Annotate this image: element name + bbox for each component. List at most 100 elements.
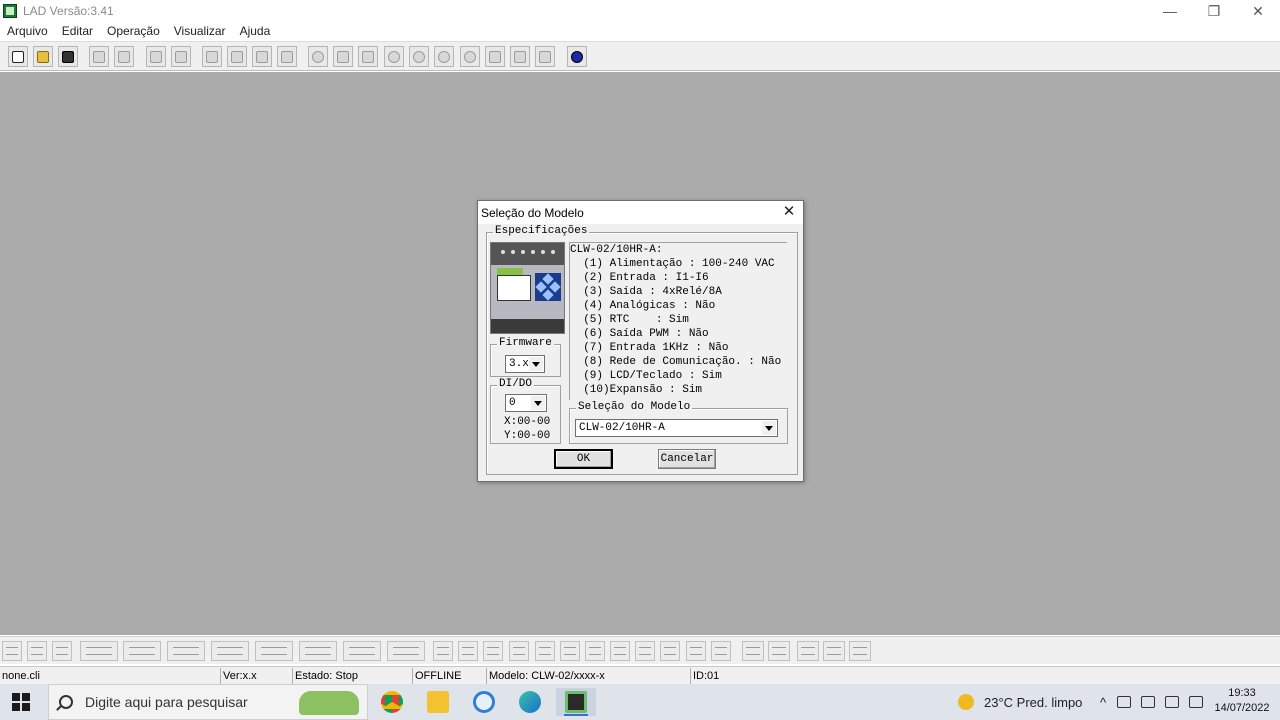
ladder-palette [0,636,1280,664]
palette-contact-nc-button[interactable] [27,641,47,661]
taskbar-edge[interactable] [510,688,550,716]
simulate-button[interactable] [460,46,480,67]
undo-button[interactable] [146,46,166,67]
insert-row-button[interactable] [202,46,222,67]
palette-reset-button[interactable] [483,641,503,661]
folder-icon [427,691,449,713]
palette-pulse-button[interactable] [509,641,529,661]
wifi-icon[interactable] [1165,696,1180,708]
minimize-button[interactable]: — [1148,0,1192,22]
insert-column-button[interactable] [227,46,247,67]
read-plc-button[interactable] [510,46,530,67]
delete-row-button[interactable] [252,46,272,67]
palette-m-button[interactable] [167,641,205,661]
spec-line: CLW-02/10HR-A: [570,244,663,256]
model-group-label: Seleção do Modelo [576,401,693,413]
simulate-icon [464,50,476,63]
help-button[interactable] [567,46,587,67]
menu-arquivo[interactable]: Arquivo [0,24,55,38]
menu-visualizar[interactable]: Visualizar [167,24,233,38]
palette-contact-no-button[interactable] [2,641,22,661]
taskbar-explorer[interactable] [418,688,458,716]
palette-r-button[interactable] [299,641,337,661]
firmware-select[interactable]: 3.x [505,355,545,373]
chevron-down-icon[interactable] [531,396,545,410]
download-icon [337,50,349,63]
ok-button[interactable]: OK [554,449,613,469]
palette-vline-button[interactable] [768,641,790,661]
chevron-up-icon[interactable]: ^ [1100,695,1106,710]
dialog-close-icon[interactable]: ✕ [781,204,797,220]
y-range: Y:00-00 [504,430,551,442]
print-button[interactable] [89,46,109,67]
palette-mx-button[interactable] [610,641,630,661]
close-button[interactable]: ✕ [1236,0,1280,22]
palette-dr-button[interactable] [686,641,706,661]
palette-as-button[interactable] [535,641,555,661]
spec-line: (9) LCD/Teclado : Sim [570,370,722,382]
taskbar-cortana[interactable] [464,688,504,716]
connect-button[interactable] [485,46,505,67]
chevron-down-icon[interactable] [529,357,543,371]
lad-icon [565,691,587,713]
palette-ar-button[interactable] [635,641,655,661]
palette-c-button[interactable] [255,641,293,661]
network-icon[interactable] [1117,696,1132,708]
menu-bar: Arquivo Editar Operação Visualizar Ajuda [0,22,1280,40]
palette-ins-button[interactable] [823,641,845,661]
compile-button[interactable] [308,46,328,67]
save-button[interactable] [58,46,78,67]
battery-icon[interactable] [1141,696,1156,708]
menu-operacao[interactable]: Operação [100,24,167,38]
palette-line-button[interactable] [52,641,72,661]
device-screen [497,275,531,301]
taskbar-lad[interactable] [556,688,596,716]
palette-pi-button[interactable] [585,641,605,661]
new-file-button[interactable] [8,46,28,67]
model-select[interactable]: CLW-02/10HR-A [575,419,778,437]
redo-icon [175,50,187,63]
dialog-title: Seleção do Modelo [481,205,584,220]
dido-select[interactable]: 0 [505,394,547,412]
stop-button[interactable] [409,46,429,67]
palette-g-button[interactable] [343,641,381,661]
volume-icon[interactable] [1189,696,1204,708]
menu-ajuda[interactable]: Ajuda [233,24,278,38]
tools-button[interactable] [358,46,378,67]
redo-button[interactable] [171,46,191,67]
maximize-button[interactable]: ❐ [1192,0,1236,22]
print-preview-button[interactable] [114,46,134,67]
palette-w-button[interactable] [849,641,871,661]
palette-set-button[interactable] [458,641,478,661]
run-button[interactable] [384,46,404,67]
status-model: Modelo: CLW-02/xxxx-x [486,668,689,684]
palette-q-button[interactable] [80,641,118,661]
open-file-button[interactable] [33,46,53,67]
menu-editar[interactable]: Editar [55,24,100,38]
taskbar-chrome[interactable] [372,688,412,716]
clock[interactable]: 19:33 14/07/2022 [1212,686,1272,716]
write-plc-button[interactable] [535,46,555,67]
palette-t-button[interactable] [211,641,249,661]
spec-line: (10)Expansão : Sim [570,384,703,396]
spec-group-label: Especificações [493,225,590,237]
cancel-button[interactable]: Cancelar [658,449,716,469]
palette-mu-button[interactable] [711,641,731,661]
monitor-button[interactable] [434,46,454,67]
palette-hline-button[interactable] [742,641,764,661]
palette-s-button[interactable] [660,641,680,661]
weather-widget[interactable]: 23°C Pred. limpo [958,684,1082,720]
taskbar-search[interactable]: Digite aqui para pesquisar [48,684,368,720]
chevron-down-icon[interactable] [762,421,776,435]
palette-coil-button[interactable] [433,641,453,661]
palette-n-button[interactable] [387,641,425,661]
spec-line: (5) RTC : Sim [570,314,689,326]
insert-row-icon [206,50,218,63]
palette-y-button[interactable] [123,641,161,661]
insert-column-icon [231,50,243,63]
download-button[interactable] [333,46,353,67]
delete-column-button[interactable] [277,46,297,67]
palette-md-button[interactable] [560,641,580,661]
windows-start-icon[interactable] [12,693,30,711]
palette-del-button[interactable] [797,641,819,661]
